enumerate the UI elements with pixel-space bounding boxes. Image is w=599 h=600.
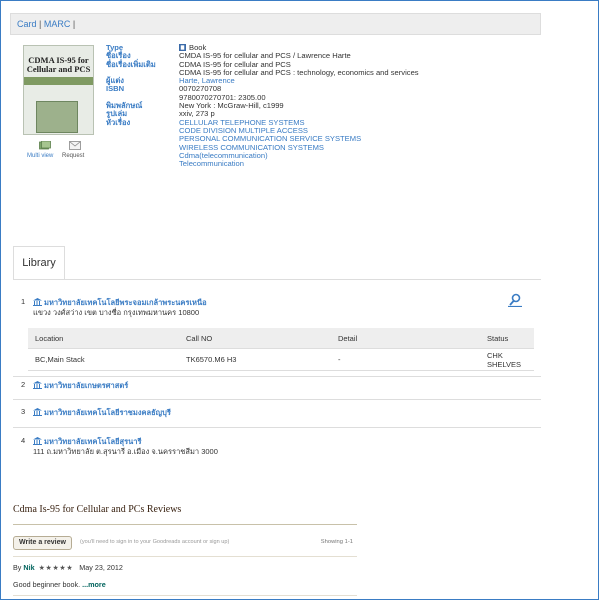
reviews-widget: Cdma Is-95 for Cellular and PCs Reviews …	[13, 504, 357, 596]
field-label	[106, 152, 179, 160]
library-name: มหาวิทยาลัยเทคโนโลยีสุรนารี	[44, 437, 142, 446]
view-tabs: Card | MARC |	[10, 13, 541, 35]
library-name-link[interactable]: มหาวิทยาลัยเทคโนโลยีราชมงคลธัญบุรี	[33, 407, 171, 419]
university-icon	[33, 437, 42, 445]
write-review-button[interactable]: Write a review	[13, 536, 72, 550]
record-field-row: พิมพลักษณ์ New York : McGraw-Hill, c1999	[106, 101, 419, 110]
field-label	[106, 160, 179, 168]
field-value-link[interactable]: Telecommunication	[179, 160, 244, 168]
library-number: 4	[21, 436, 26, 445]
cover-band	[24, 77, 93, 85]
tab-card[interactable]: Card	[17, 19, 37, 29]
review-date: May 23, 2012	[79, 563, 123, 572]
tab-separator: |	[72, 19, 76, 29]
showing-count: Showing 1-1	[320, 539, 353, 545]
reviews-divider	[13, 556, 357, 557]
library-name: มหาวิทยาลัยเทคโนโลยีพระจอมเกล้าพระนครเหน…	[44, 298, 207, 307]
request-link[interactable]: Request	[62, 153, 84, 159]
cell-status: CHK SHELVES	[480, 348, 534, 371]
holdings-header-row: Location Call NO Detail Status	[28, 328, 534, 349]
more-link[interactable]: ...more	[82, 580, 106, 589]
sign-in-note[interactable]: (you'll need to sign in to your Goodread…	[80, 539, 229, 545]
review-body: Good beginner book.	[13, 580, 81, 589]
multiview-icon[interactable]	[39, 141, 51, 150]
record-field-row: CDMA IS-95 for cellular and PCS : techno…	[106, 68, 419, 77]
record-field-row: Cdma(telecommunication)	[106, 151, 419, 160]
book-icon	[179, 44, 186, 51]
university-icon	[33, 298, 42, 306]
column-header-location: Location	[28, 328, 179, 349]
reviews-divider	[13, 595, 357, 596]
column-header-detail: Detail	[331, 328, 480, 349]
library-address: แขวง วงศ์สว่าง เขต บางซื่อ กรุงเทพมหานคร…	[33, 308, 200, 317]
university-icon	[33, 408, 42, 416]
cell-callno: TK6570.M6 H3	[179, 348, 331, 371]
library-divider	[13, 427, 541, 428]
library-number: 1	[21, 297, 26, 306]
field-label: หัวเรื่อง	[106, 117, 131, 127]
library-name: มหาวิทยาลัยเกษตรศาสตร์	[44, 381, 129, 390]
cover-title: CDMA IS-95 for Cellular and PCS	[26, 55, 91, 74]
library-address: 111 ถ.มหาวิทยาลัย ต.สุรนารี อ.เมือง จ.นค…	[33, 447, 218, 456]
record-field-row: ผู้แต่ง Harte, Lawrence	[106, 76, 419, 85]
request-icon[interactable]	[69, 141, 81, 150]
field-label: ISBN	[106, 84, 125, 94]
record-field-row: Telecommunication	[106, 160, 419, 168]
rating-stars: ★★★★★	[38, 563, 74, 572]
map-locator-icon[interactable]	[508, 293, 522, 307]
cover-image	[36, 101, 78, 133]
holdings-table: Location Call NO Detail Status BC,Main S…	[28, 328, 534, 371]
library-name-link[interactable]: มหาวิทยาลัยเกษตรศาสตร์	[33, 380, 128, 392]
reviewer-link[interactable]: Nik	[23, 563, 34, 572]
library-number: 2	[21, 380, 26, 389]
library-divider	[13, 376, 541, 377]
record-details: Type Book ชื่อเรื่อง CMDA IS-95 for cellula…	[106, 43, 419, 168]
university-icon	[33, 381, 42, 389]
field-text: Telecommunication	[179, 159, 244, 169]
library-divider	[13, 399, 541, 400]
tab-library[interactable]: Library	[13, 246, 65, 280]
field-label	[106, 144, 179, 152]
review-text: Good beginner book. ...more	[13, 580, 106, 589]
tab-marc[interactable]: MARC	[44, 19, 71, 29]
field-label: ชื่อเรื่องเพิ่มเติม	[106, 59, 156, 69]
cell-detail: -	[331, 348, 480, 371]
library-name: มหาวิทยาลัยเทคโนโลยีราชมงคลธัญบุรี	[44, 408, 171, 417]
review-byline: By Nik ★★★★★ May 23, 2012	[13, 563, 123, 572]
tab-underline	[13, 279, 541, 280]
by-label: By	[13, 563, 22, 572]
reviews-title-rule	[13, 524, 357, 525]
reviews-title: Cdma Is-95 for Cellular and PCs Reviews	[13, 504, 182, 515]
table-row: BC,Main Stack TK6570.M6 H3 - CHK SHELVES	[28, 348, 534, 371]
column-header-status: Status	[480, 328, 534, 349]
multiview-link[interactable]: Multi view	[27, 153, 53, 159]
book-cover[interactable]: CDMA IS-95 for Cellular and PCS	[23, 45, 94, 135]
field-label	[106, 135, 179, 143]
cell-location: BC,Main Stack	[28, 348, 179, 371]
tab-separator: |	[39, 19, 42, 29]
library-number: 3	[21, 407, 26, 416]
column-header-callno: Call NO	[179, 328, 331, 349]
field-label	[106, 127, 179, 135]
